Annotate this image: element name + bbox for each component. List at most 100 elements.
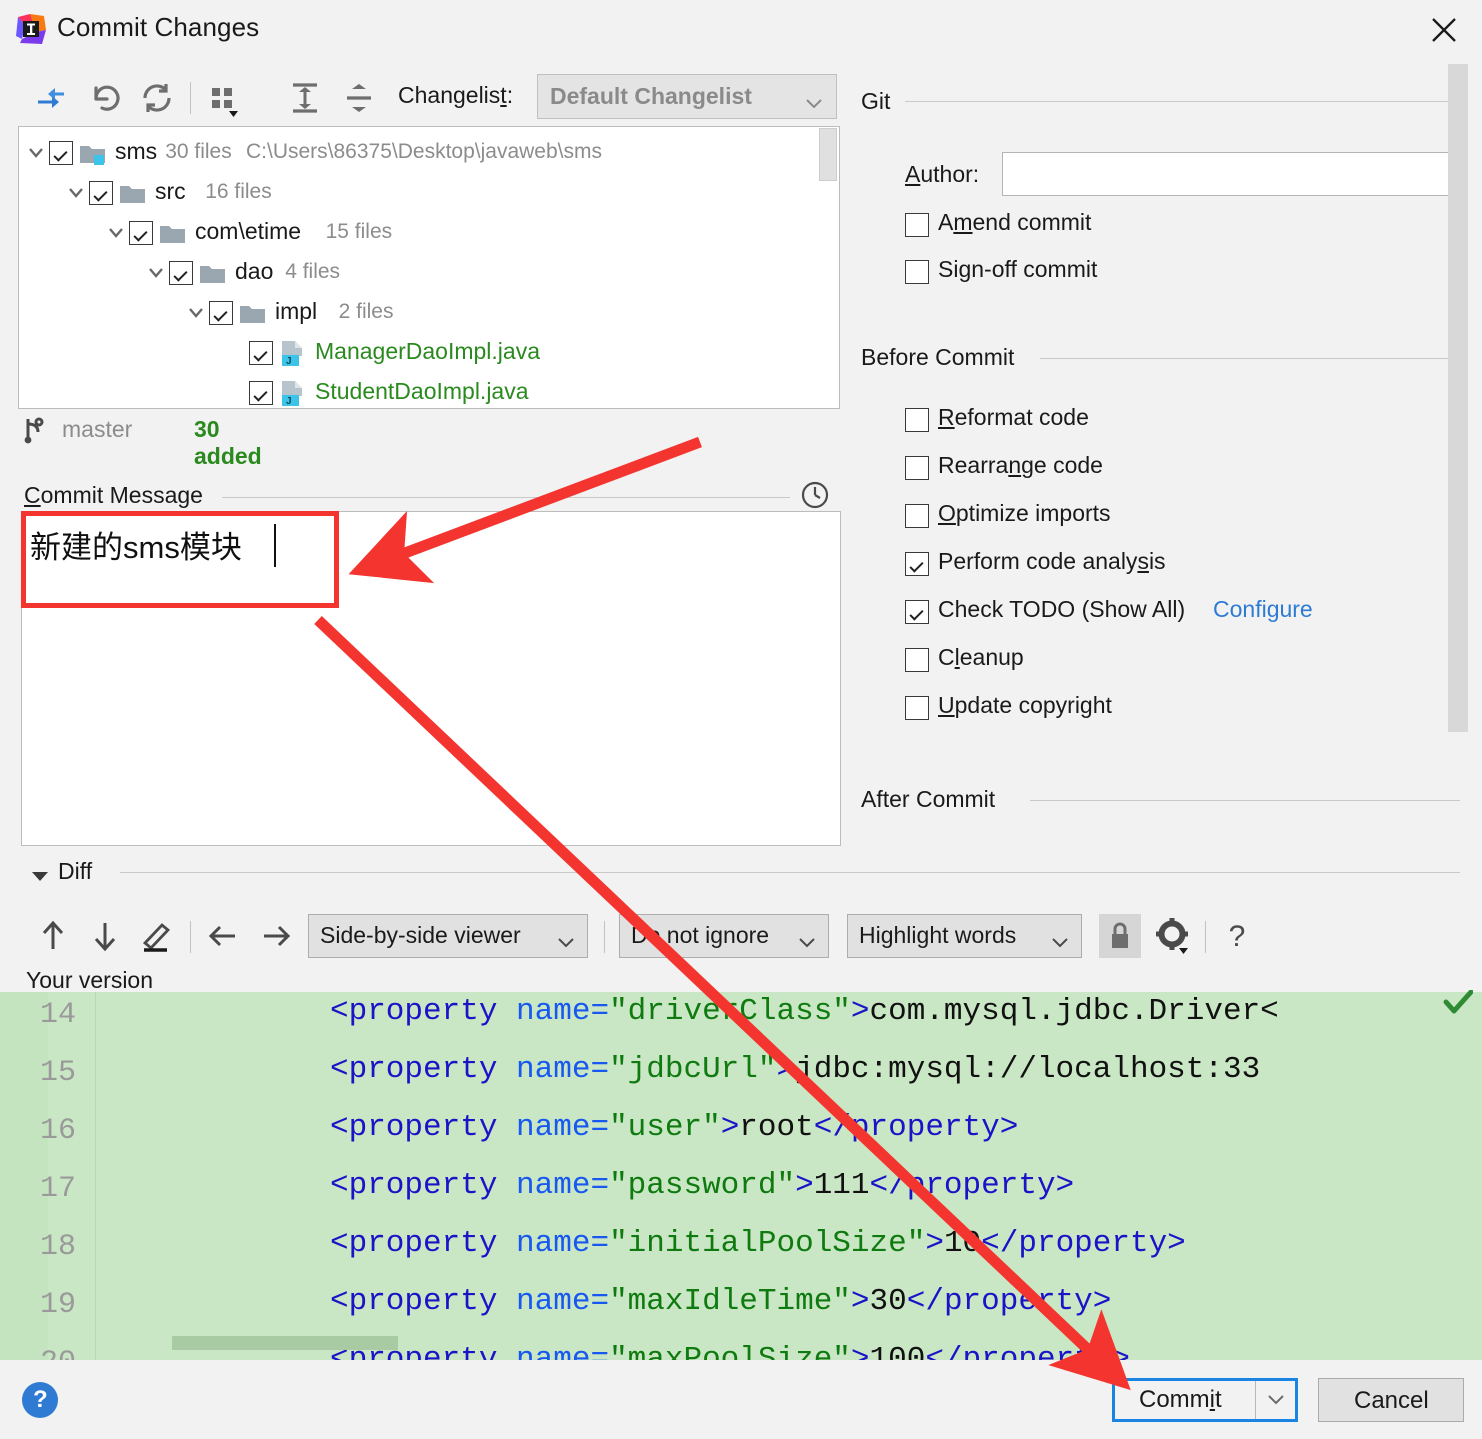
tree-row-checkbox[interactable]	[209, 301, 233, 325]
highlight-mode-dropdown[interactable]: Highlight words	[847, 914, 1082, 958]
tree-row-name: com\etime	[195, 218, 302, 244]
commit-button-group[interactable]: Commit	[1112, 1378, 1298, 1422]
tree-row-checkbox[interactable]	[49, 141, 73, 165]
checkbox-box[interactable]	[905, 648, 929, 672]
line-number: 19	[39, 1288, 76, 1322]
code-line-text: <property name="maxIdleTime">30</propert…	[330, 1284, 1112, 1319]
tree-row-checkbox[interactable]	[249, 381, 273, 405]
checkbox-box[interactable]	[905, 600, 929, 624]
group-by-icon[interactable]	[203, 76, 247, 120]
code-line-text: <property name="driverClass">com.mysql.j…	[330, 994, 1279, 1029]
folder-icon	[120, 184, 147, 205]
diff-collapse-chevron-icon[interactable]	[30, 866, 50, 886]
chevron-down-icon[interactable]	[107, 224, 125, 242]
tree-row[interactable]: src 16 files	[19, 173, 809, 213]
intellij-idea-logo-icon	[16, 14, 46, 44]
move-to-changelist-icon[interactable]	[28, 76, 72, 120]
code-line-text: <property name="user">root</property>	[330, 1110, 1019, 1145]
line-number: 14	[39, 998, 76, 1032]
tree-row[interactable]: J ManagerDaoImpl.java	[19, 333, 809, 373]
code-line: 15 <property name="jdbcUrl">jdbc:mysql://…	[0, 1042, 1482, 1100]
commit-message-input[interactable]: 新建的sms模块	[21, 511, 841, 846]
checkbox-box[interactable]	[905, 456, 929, 480]
tree-row[interactable]: sms 30 files C:\Users\86375\Desktop\javawe…	[19, 133, 809, 173]
commit-label: Commit	[1139, 1386, 1222, 1413]
changelist-dropdown[interactable]: Default Changelist	[537, 74, 837, 119]
chevron-down-icon[interactable]	[187, 304, 205, 322]
chevron-down-icon	[1051, 931, 1069, 955]
tree-row-name: dao	[235, 258, 274, 284]
code-horizontal-scrollbar[interactable]	[172, 1336, 398, 1350]
diff-pane-title: Your version	[26, 967, 154, 993]
commit-dropdown-button[interactable]	[1255, 1381, 1295, 1419]
before-commit-section-rule	[1040, 358, 1460, 359]
right-panel-scrollbar[interactable]	[1448, 64, 1468, 732]
code-line: 19 <property name="maxIdleTime">30</prope…	[0, 1274, 1482, 1332]
code-line: 16 <property name="user">root</property>	[0, 1100, 1482, 1158]
java-file-icon: J	[280, 381, 304, 407]
commit-message-text: 新建的sms模块	[30, 530, 242, 565]
previous-difference-icon[interactable]	[32, 915, 74, 957]
question-mark-icon[interactable]: ?	[1216, 915, 1258, 957]
tree-scrollbar-thumb[interactable]	[819, 128, 837, 181]
lock-icon[interactable]	[1099, 914, 1141, 958]
ignore-mode-value: Do not ignore	[631, 922, 770, 948]
expand-all-icon[interactable]	[283, 76, 327, 120]
code-line-text: <property name="password">111</property>	[330, 1168, 1075, 1203]
tree-row[interactable]: J StudentDaoImpl.java	[19, 373, 809, 408]
collapse-all-icon[interactable]	[337, 76, 381, 120]
toolbar-separator	[190, 82, 191, 114]
gear-icon[interactable]	[1152, 915, 1194, 957]
chevron-down-icon[interactable]	[27, 144, 45, 162]
checkbox-label: Sign-off commit	[938, 256, 1098, 282]
checkbox-box[interactable]	[905, 504, 929, 528]
checkbox-box[interactable]	[905, 408, 929, 432]
line-number: 20	[20, 1346, 76, 1360]
author-field[interactable]	[1002, 152, 1460, 196]
accept-left-icon[interactable]	[202, 915, 244, 957]
changelist-label: Changelist:	[398, 82, 514, 108]
tree-row[interactable]: dao 4 files	[19, 253, 809, 293]
help-button[interactable]: ?	[22, 1382, 58, 1418]
commit-message-rule	[222, 497, 790, 498]
changed-files-tree[interactable]: sms 30 files C:\Users\86375\Desktop\javawe…	[18, 126, 840, 409]
next-difference-icon[interactable]	[84, 915, 126, 957]
tree-row[interactable]: impl 2 files	[19, 293, 809, 333]
clock-history-icon[interactable]	[800, 480, 830, 510]
checkbox-box[interactable]	[905, 696, 929, 720]
tree-row[interactable]: com\etime 15 files	[19, 213, 809, 253]
git-section-title: Git	[861, 88, 901, 115]
diff-code-pane[interactable]: 14 <property name="driverClass">com.mysql…	[0, 992, 1482, 1360]
tree-scrollbar[interactable]	[819, 127, 839, 408]
viewer-mode-value: Side-by-side viewer	[320, 922, 521, 948]
accept-right-icon[interactable]	[255, 915, 297, 957]
checkbox-box[interactable]	[905, 213, 929, 237]
author-label: Author:	[905, 161, 980, 187]
close-icon[interactable]	[1424, 10, 1464, 50]
tree-row-checkbox[interactable]	[89, 181, 113, 205]
ignore-mode-dropdown[interactable]: Do not ignore	[619, 914, 829, 958]
after-commit-section-rule	[1030, 800, 1460, 801]
folder-icon	[160, 224, 187, 245]
checkbox-box[interactable]	[905, 260, 929, 284]
rollback-icon[interactable]	[84, 76, 128, 120]
edit-source-icon[interactable]	[136, 915, 178, 957]
refresh-icon[interactable]	[135, 76, 179, 120]
cancel-button[interactable]: Cancel	[1318, 1378, 1464, 1422]
code-line: 14 <property name="driverClass">com.mysql…	[0, 992, 1482, 1042]
tree-row-name: ManagerDaoImpl.java	[315, 338, 541, 364]
line-number: 16	[39, 1114, 76, 1148]
viewer-mode-dropdown[interactable]: Side-by-side viewer	[308, 914, 588, 958]
highlight-mode-value: Highlight words	[859, 922, 1017, 948]
tree-row-name: impl	[275, 298, 318, 324]
configure-link[interactable]: Configure	[1213, 596, 1313, 623]
tree-row-checkbox[interactable]	[249, 341, 273, 365]
tree-row-checkbox[interactable]	[129, 221, 153, 245]
chevron-down-icon[interactable]	[147, 264, 165, 282]
tree-row-checkbox[interactable]	[169, 261, 193, 285]
tree-row-path: C:\Users\86375\Desktop\javaweb\sms	[246, 140, 602, 163]
checkbox-box[interactable]	[905, 552, 929, 576]
commit-button[interactable]: Commit	[1115, 1381, 1255, 1419]
tree-row-file-count: 2 files	[338, 300, 394, 323]
chevron-down-icon[interactable]	[67, 184, 85, 202]
